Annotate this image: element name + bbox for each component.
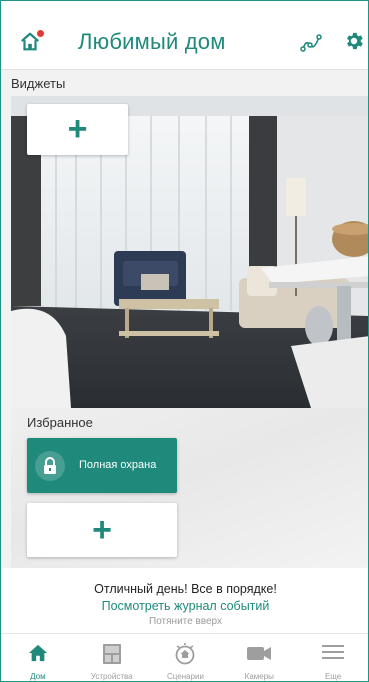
status-message: Отличный день! Все в порядке! [94,582,277,596]
nav-item-home[interactable]: Дом [1,634,75,681]
nav-label-scenarios: Сценарии [167,672,204,681]
home-icon [28,644,47,662]
app-frame: Любимый дом Виджеты + Избранное Полная о… [0,0,369,682]
app-header: Любимый дом [1,15,368,69]
favorites-section-label: Избранное [27,415,93,430]
menu-icon [322,645,345,659]
scenarios-icon [176,643,195,665]
nav-item-more[interactable]: Еще [296,634,368,681]
nav-label-more: Еще [324,672,342,681]
lock-icon-badge [35,451,65,481]
nav-item-scenarios[interactable]: Сценарии [149,634,223,681]
lock-icon [44,457,56,474]
status-bar [1,1,368,15]
add-favorite-button[interactable]: + [27,503,177,557]
nav-label-devices: Устройства [90,672,133,681]
alert-dot [37,30,44,37]
nav-label-cameras: Камеры [244,672,274,681]
gear-icon [347,32,363,50]
event-journal-link[interactable]: Посмотреть журнал событий [1,599,368,613]
routes-button[interactable] [299,31,323,55]
nav-label-home: Дом [30,672,46,681]
header-divider [1,69,368,70]
pull-up-hint: Потяните вверх [149,616,222,627]
home-alert-button[interactable] [19,30,44,55]
nav-item-devices[interactable]: Устройства [75,634,149,681]
nav-item-cameras[interactable]: Камеры [222,634,296,681]
bottom-navigation: Дом Устройства Сценарии Камеры Еще [1,634,368,681]
devices-icon [102,644,121,664]
add-widget-button[interactable]: + [27,104,128,155]
favorite-item-label: Полная охрана [79,459,157,471]
camera-icon [247,647,272,660]
route-graph-icon [300,34,322,52]
widgets-section-label: Виджеты [11,76,66,91]
page-title: Любимый дом [78,29,226,54]
settings-button[interactable] [343,30,365,52]
favorite-full-security-tile[interactable]: Полная охрана [27,438,177,493]
